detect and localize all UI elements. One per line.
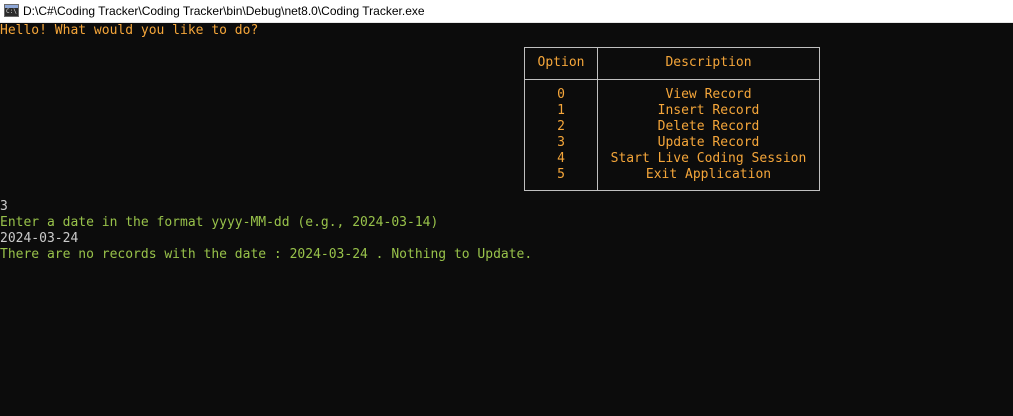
user-date-input: 2024-03-24	[0, 231, 79, 246]
menu-option-number: 3	[557, 135, 565, 150]
greeting-text: Hello! What would you like to do?	[0, 23, 259, 38]
table-header-option: Option	[537, 55, 585, 70]
menu-option-description: Update Record	[657, 135, 760, 150]
result-message: There are no records with the date : 202…	[0, 247, 533, 262]
menu-option-number: 0	[557, 87, 565, 102]
window-title: D:\C#\Coding Tracker\Coding Tracker\bin\…	[23, 4, 425, 18]
title-bar[interactable]: D:\C#\Coding Tracker\Coding Tracker\bin\…	[0, 0, 1013, 23]
menu-option-number: 5	[557, 167, 565, 182]
date-prompt-text: Enter a date in the format yyyy-MM-dd (e…	[0, 215, 439, 230]
menu-option-description: Delete Record	[657, 119, 760, 134]
menu-option-number: 2	[557, 119, 565, 134]
menu-option-number: 4	[557, 151, 565, 166]
table-header-divider	[525, 79, 819, 80]
menu-option-description: View Record	[665, 87, 752, 102]
console-output[interactable]: Hello! What would you like to do? Option…	[0, 23, 1013, 416]
menu-table: Option Description 0 View Record 1 Inser…	[524, 47, 820, 191]
menu-option-description: Exit Application	[645, 167, 772, 182]
table-header-description: Description	[665, 55, 752, 70]
user-choice-input: 3	[0, 199, 8, 214]
menu-option-number: 1	[557, 103, 565, 118]
console-window: D:\C#\Coding Tracker\Coding Tracker\bin\…	[0, 0, 1013, 416]
console-app-icon	[4, 4, 19, 17]
menu-option-description: Insert Record	[657, 103, 760, 118]
menu-option-description: Start Live Coding Session	[610, 151, 807, 166]
